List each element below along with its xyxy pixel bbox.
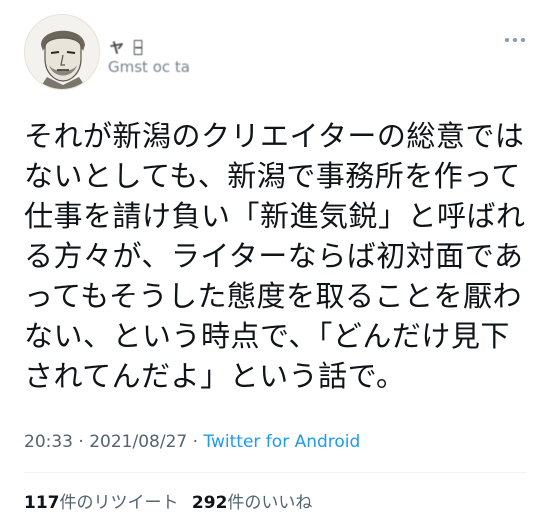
likes-label: 件のいいね [227,493,313,513]
tweet-source-link[interactable]: Twitter for Android [203,432,360,452]
author-display-name[interactable]: ャ ｯ̵ [108,32,144,57]
divider [24,472,526,473]
author-handle[interactable]: Gmst oc ta [108,58,190,76]
avatar[interactable] [24,14,100,90]
tweet-meta: 20:33 · 2021/08/27 · Twitter for Android [24,432,360,452]
tweet-time[interactable]: 20:33 [24,432,73,452]
tweet-detail: ャ ｯ̵ Gmst oc ta それが新潟のクリエイターの総意では ないとしても… [0,0,550,527]
retweets-label: 件のリツイート [59,493,179,513]
tweet-stats: 117件のリツイート 292件のいいね [24,488,320,513]
retweets-stat[interactable]: 117件のリツイート [24,493,179,513]
retweets-count: 117 [24,493,60,513]
more-options-button[interactable] [498,28,532,52]
avatar-portrait-icon [25,15,99,89]
tweet-text: それが新潟のクリエイターの総意では ないとしても、新潟で事務所を作って 仕事を請… [24,119,526,393]
likes-stat[interactable]: 292件のいいね [192,493,313,513]
likes-count: 292 [191,493,228,513]
tweet-date[interactable]: 2021/08/27 [89,432,187,452]
meta-separator: · [187,432,204,452]
more-horizontal-icon [505,38,509,42]
meta-separator: · [73,432,90,452]
